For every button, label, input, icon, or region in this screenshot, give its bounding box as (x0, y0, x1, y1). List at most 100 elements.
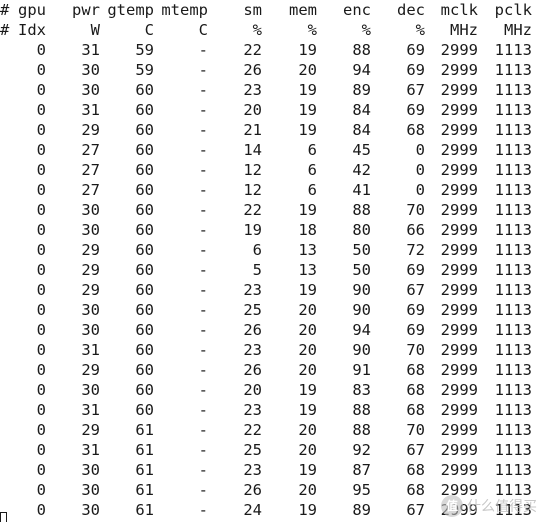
cell-mem: 19 (298, 201, 317, 219)
table-row: 0 30 61 - 23 19 87 68 2999 1113 (0, 460, 545, 480)
cell-mem: 19 (298, 401, 317, 419)
terminal-output: # gpu pwr gtemp mtemp sm mem enc dec mclk pclk # Idx… (0, 0, 545, 523)
cell-sm: 22 (243, 421, 262, 439)
cell-pclk: 1113 (494, 281, 532, 299)
cell-gtemp: 61 (135, 421, 154, 439)
cell-pwr: pwr (72, 1, 100, 19)
cell-dec: 0 (415, 161, 425, 179)
cell-gtemp: 60 (135, 301, 154, 319)
cell-enc: 90 (352, 281, 371, 299)
cell-pclk: 1113 (494, 81, 532, 99)
cell-enc: 80 (352, 221, 371, 239)
cell-pclk: 1113 (494, 461, 532, 479)
cell-pwr: 31 (81, 441, 100, 459)
cell-sm: 22 (243, 41, 262, 59)
cell-enc: 90 (352, 341, 371, 359)
cell-dec: 69 (406, 301, 425, 319)
table-row: 0 30 60 - 26 20 94 69 2999 1113 (0, 320, 545, 340)
cell-dec: 0 (415, 141, 425, 159)
cell-mtemp: - (198, 181, 208, 199)
cell-pwr: 30 (81, 61, 100, 79)
table-row: 0 31 60 - 20 19 84 69 2999 1113 (0, 100, 545, 120)
cell-mtemp: - (198, 461, 208, 479)
cell-gtemp: 60 (135, 141, 154, 159)
cell-sm: 26 (243, 321, 262, 339)
table-row: 0 27 60 - 12 6 42 0 2999 1113 (0, 160, 545, 180)
cell-gtemp: gtemp (107, 1, 154, 19)
cell-sm: 26 (243, 361, 262, 379)
cell-pclk: 1113 (494, 101, 532, 119)
cell-mem: 19 (298, 41, 317, 59)
header-hash: # (0, 21, 10, 39)
cell-pclk: 1113 (494, 121, 532, 139)
cell-mtemp: - (198, 321, 208, 339)
cell-mem: 6 (307, 161, 317, 179)
table-row: 0 29 60 - 21 19 84 68 2999 1113 (0, 120, 545, 140)
cell-pwr: 30 (81, 81, 100, 99)
cell-dec: 70 (406, 421, 425, 439)
cell-gpu: 0 (36, 441, 46, 459)
cell-pclk: 1113 (494, 301, 532, 319)
cell-mclk: 2999 (440, 301, 478, 319)
cell-mtemp: - (198, 61, 208, 79)
cell-sm: 19 (243, 221, 262, 239)
cell-enc: 42 (352, 161, 371, 179)
cell-enc: 92 (352, 441, 371, 459)
table-row: 0 31 59 - 22 19 88 69 2999 1113 (0, 40, 545, 60)
cell-pclk: pclk (494, 1, 532, 19)
cell-gpu: 0 (36, 461, 46, 479)
cell-gpu: 0 (36, 341, 46, 359)
cell-gpu: 0 (36, 421, 46, 439)
cell-pclk: 1113 (494, 161, 532, 179)
cell-mem: 19 (298, 101, 317, 119)
cell-mclk: 2999 (440, 481, 478, 499)
cell-enc: 84 (352, 121, 371, 139)
cell-mclk: 2999 (440, 241, 478, 259)
cell-pwr: 29 (81, 361, 100, 379)
cell-mtemp: - (198, 101, 208, 119)
cell-mclk: 2999 (440, 121, 478, 139)
cell-mclk: 2999 (440, 361, 478, 379)
cell-mclk: 2999 (440, 321, 478, 339)
cell-gtemp: 61 (135, 441, 154, 459)
table-row: 0 30 61 - 24 19 89 67 2999 1113 (0, 500, 545, 520)
cell-gpu: 0 (36, 361, 46, 379)
cell-pclk: 1113 (494, 241, 532, 259)
cell-mtemp: - (198, 441, 208, 459)
cell-dec: % (415, 21, 425, 39)
cell-gtemp: 59 (135, 41, 154, 59)
cell-gpu: 0 (36, 321, 46, 339)
cell-mem: 20 (298, 341, 317, 359)
cell-mem: 20 (298, 61, 317, 79)
cell-mtemp: - (198, 221, 208, 239)
cell-sm: 24 (243, 501, 262, 519)
cell-pclk: 1113 (494, 361, 532, 379)
cell-gtemp: C (144, 21, 154, 39)
cell-gpu: 0 (36, 241, 46, 259)
cell-dec: dec (397, 1, 425, 19)
cell-sm: 5 (252, 261, 262, 279)
cell-sm: 26 (243, 481, 262, 499)
cell-pwr: 31 (81, 101, 100, 119)
cell-enc: 88 (352, 201, 371, 219)
cell-dec: 67 (406, 81, 425, 99)
cell-mem: 20 (298, 321, 317, 339)
header-row-names: # gpu pwr gtemp mtemp sm mem enc dec mclk pclk (0, 0, 545, 20)
table-row: 0 30 59 - 26 20 94 69 2999 1113 (0, 60, 545, 80)
cell-pwr: 31 (81, 401, 100, 419)
cell-mem: 19 (298, 281, 317, 299)
cell-pwr: 29 (81, 281, 100, 299)
cell-mem: 19 (298, 121, 317, 139)
cell-mtemp: - (198, 261, 208, 279)
cell-gpu: 0 (36, 201, 46, 219)
cell-gtemp: 60 (135, 261, 154, 279)
cell-mclk: 2999 (440, 261, 478, 279)
cell-dec: 69 (406, 41, 425, 59)
cell-pwr: 29 (81, 261, 100, 279)
cell-gtemp: 60 (135, 401, 154, 419)
cell-pclk: 1113 (494, 261, 532, 279)
cell-pwr: 30 (81, 201, 100, 219)
cell-gpu: 0 (36, 161, 46, 179)
cell-dec: 70 (406, 341, 425, 359)
cell-sm: 20 (243, 101, 262, 119)
